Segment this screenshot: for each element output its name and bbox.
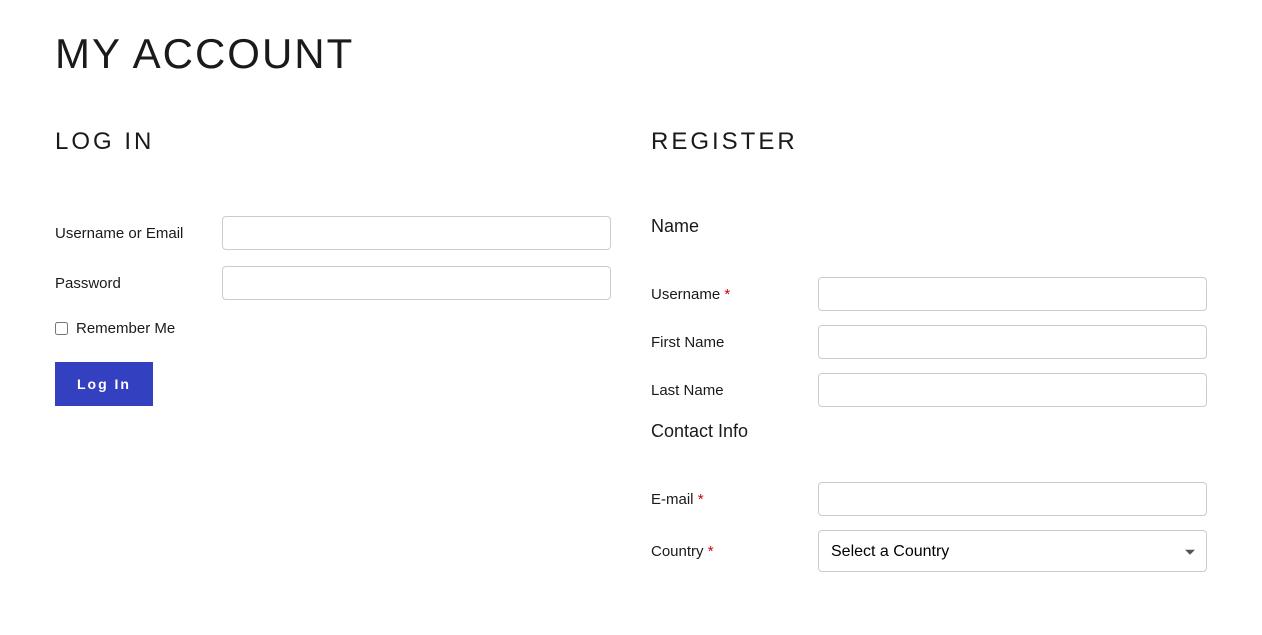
required-marker: *: [724, 286, 730, 303]
login-password-input[interactable]: [222, 266, 611, 300]
first-name-label: First Name: [651, 334, 818, 351]
login-password-label: Password: [55, 275, 222, 292]
register-username-label: Username *: [651, 286, 818, 303]
last-name-input[interactable]: [818, 373, 1207, 407]
register-username-label-text: Username: [651, 286, 720, 303]
country-label: Country *: [651, 543, 818, 560]
first-name-input[interactable]: [818, 325, 1207, 359]
register-heading: REGISTER: [651, 128, 1207, 156]
login-username-label: Username or Email: [55, 225, 222, 242]
email-input[interactable]: [818, 482, 1207, 516]
name-section-heading: Name: [651, 216, 1207, 237]
required-marker: *: [708, 543, 714, 560]
remember-me-checkbox[interactable]: [55, 322, 68, 335]
login-heading: LOG IN: [55, 128, 611, 156]
country-select[interactable]: Select a Country: [818, 530, 1207, 572]
required-marker: *: [698, 491, 704, 508]
contact-section-heading: Contact Info: [651, 421, 1207, 442]
login-button[interactable]: Log In: [55, 362, 153, 406]
login-username-input[interactable]: [222, 216, 611, 250]
country-label-text: Country: [651, 543, 704, 560]
last-name-label: Last Name: [651, 382, 818, 399]
page-title: MY ACCOUNT: [55, 30, 1207, 78]
email-label-text: E-mail: [651, 491, 694, 508]
email-label: E-mail *: [651, 491, 818, 508]
register-username-input[interactable]: [818, 277, 1207, 311]
remember-me-label: Remember Me: [76, 320, 175, 337]
